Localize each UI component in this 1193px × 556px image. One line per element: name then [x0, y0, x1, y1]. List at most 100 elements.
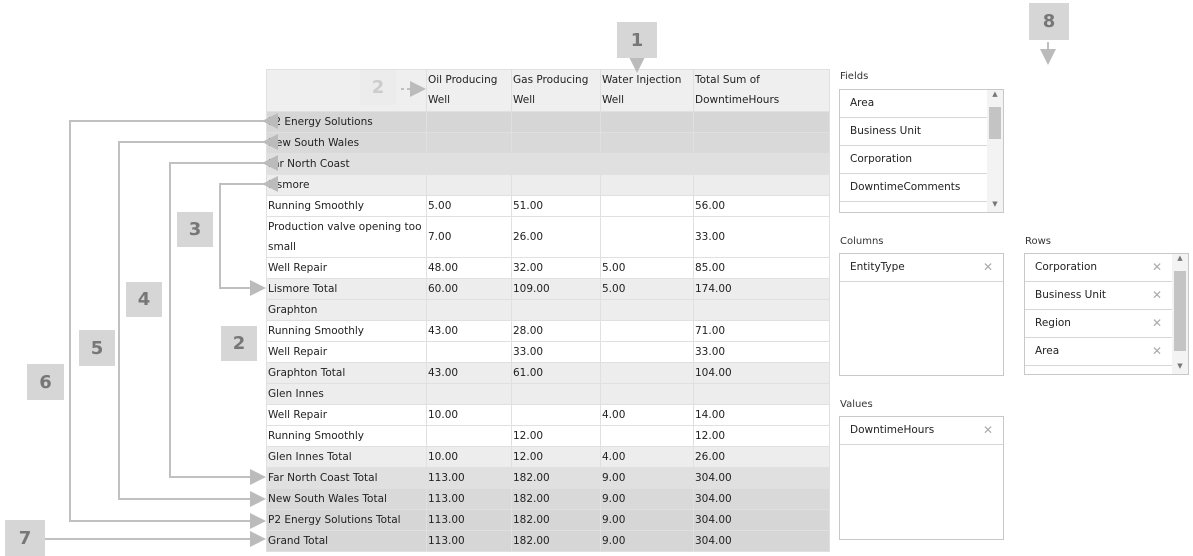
row-header[interactable]: Grand Total	[266, 530, 427, 552]
row-header[interactable]: Production valve opening too small	[266, 216, 427, 258]
row-header[interactable]: P2 Energy Solutions Total	[266, 509, 427, 531]
rows-label: Rows	[1025, 236, 1052, 247]
column-header[interactable]: Total Sum of DowntimeHours	[693, 69, 830, 112]
value-cell: 60.00	[426, 278, 512, 300]
remove-icon[interactable]: ✕	[983, 417, 993, 444]
field-item[interactable]: Corporation	[840, 146, 1003, 174]
table-row: Far North Coast Total 113.00 182.00 9.00 304…	[266, 467, 830, 489]
field-item[interactable]: Area	[840, 90, 1003, 118]
field-item[interactable]: DowntimeReason ✕	[1025, 366, 1172, 374]
field-item[interactable]: Region ✕	[1025, 310, 1172, 338]
value-cell: 9.00	[600, 509, 694, 531]
value-cell	[600, 425, 694, 447]
field-item[interactable]: Business Unit	[840, 118, 1003, 146]
value-cell: 61.00	[511, 362, 601, 384]
value-cell	[693, 299, 830, 321]
callout-2: 2	[221, 326, 257, 361]
field-item-label: Region	[1035, 317, 1071, 329]
table-row: P2 Energy Solutions Total 113.00 182.00 9.0…	[266, 509, 830, 531]
pivot-header-row: Oil Producing Well Gas Producing Well Wa…	[266, 69, 830, 112]
value-cell: 113.00	[426, 530, 512, 552]
value-cell	[600, 195, 694, 217]
column-header[interactable]: Oil Producing Well	[426, 69, 512, 112]
corner-cell	[266, 69, 427, 112]
field-item[interactable]: Area ✕	[1025, 338, 1172, 366]
value-cell: 28.00	[511, 320, 601, 342]
row-header[interactable]: Glen Innes Total	[266, 446, 427, 468]
row-header[interactable]: P2 Energy Solutions	[266, 111, 427, 133]
row-header[interactable]: Well Repair	[266, 257, 427, 279]
value-cell	[600, 153, 694, 175]
value-cell: 182.00	[511, 509, 601, 531]
remove-icon[interactable]: ✕	[1152, 282, 1162, 309]
row-header[interactable]: Graphton Total	[266, 362, 427, 384]
remove-icon[interactable]: ✕	[983, 254, 993, 281]
value-cell	[511, 404, 601, 426]
callout-1: 1	[617, 22, 657, 58]
field-item-label: Business Unit	[850, 125, 922, 137]
field-item[interactable]: EntityType ✕	[840, 254, 1003, 282]
remove-icon[interactable]: ✕	[1152, 254, 1162, 281]
value-cell	[600, 216, 694, 258]
field-item[interactable]: DowntimeComments	[840, 174, 1003, 202]
value-cell: 26.00	[693, 446, 830, 468]
row-header[interactable]: Well Repair	[266, 404, 427, 426]
row-header[interactable]: New South Wales	[266, 132, 427, 154]
columns-list[interactable]: EntityType ✕	[839, 253, 1004, 376]
row-header[interactable]: Graphton	[266, 299, 427, 321]
remove-icon[interactable]: ✕	[1152, 366, 1162, 374]
value-cell: 12.00	[693, 425, 830, 447]
table-row: Well Repair 10.00 4.00 14.00	[266, 404, 830, 426]
value-cell	[511, 132, 601, 154]
value-cell	[693, 383, 830, 405]
values-label: Values	[840, 399, 873, 410]
row-header[interactable]: Far North Coast Total	[266, 467, 427, 489]
row-header[interactable]: New South Wales Total	[266, 488, 427, 510]
table-row: Production valve opening too small 7.00 26…	[266, 216, 830, 258]
rows-list[interactable]: Corporation✕Business Unit✕Region✕Area✕Do…	[1024, 253, 1189, 375]
fields-scrollbar[interactable]: ▲ ▼	[987, 90, 1003, 212]
value-cell: 51.00	[511, 195, 601, 217]
row-header[interactable]: Far North Coast	[266, 153, 427, 175]
remove-icon[interactable]: ✕	[1152, 338, 1162, 365]
column-header[interactable]: Gas Producing Well	[511, 69, 601, 112]
value-cell	[600, 341, 694, 363]
row-header[interactable]: Lismore Total	[266, 278, 427, 300]
value-cell	[693, 132, 830, 154]
value-cell: 10.00	[426, 404, 512, 426]
value-cell: 5.00	[426, 195, 512, 217]
value-cell: 14.00	[693, 404, 830, 426]
row-header[interactable]: Running Smoothly	[266, 320, 427, 342]
field-item[interactable]: Corporation ✕	[1025, 254, 1172, 282]
value-cell: 4.00	[600, 446, 694, 468]
column-header[interactable]: Water Injection Well	[600, 69, 694, 112]
row-header[interactable]: Well Repair	[266, 341, 427, 363]
table-row: Lismore Total 60.00 109.00 5.00 174.00	[266, 278, 830, 300]
field-item[interactable]: Business Unit ✕	[1025, 282, 1172, 310]
row-header[interactable]: Running Smoothly	[266, 195, 427, 217]
remove-icon[interactable]: ✕	[1152, 310, 1162, 337]
row-header[interactable]: Lismore	[266, 174, 427, 196]
value-cell: 33.00	[693, 216, 830, 258]
value-cell: 5.00	[600, 278, 694, 300]
callout-3: 3	[177, 212, 213, 247]
callout-6: 6	[27, 364, 64, 400]
value-cell	[600, 111, 694, 133]
row-header[interactable]: Running Smoothly	[266, 425, 427, 447]
table-row: Running Smoothly 12.00 12.00	[266, 425, 830, 447]
table-row: New South Wales	[266, 132, 830, 154]
value-cell: 9.00	[600, 530, 694, 552]
field-item[interactable]: DowntimeHours ✕	[840, 417, 1003, 445]
value-cell	[693, 174, 830, 196]
field-item-label: DowntimeComments	[850, 181, 961, 193]
value-cell	[426, 299, 512, 321]
rows-scrollbar[interactable]: ▲ ▼	[1172, 254, 1188, 374]
value-cell: 109.00	[511, 278, 601, 300]
fields-list[interactable]: Area Business Unit Corporation DowntimeComm…	[839, 89, 1004, 213]
values-list[interactable]: DowntimeHours ✕	[839, 416, 1004, 540]
table-row: Graphton Total 43.00 61.00 104.00	[266, 362, 830, 384]
value-cell: 113.00	[426, 509, 512, 531]
row-header[interactable]: Glen Innes	[266, 383, 427, 405]
value-cell	[693, 111, 830, 133]
field-item-label: Corporation	[850, 153, 913, 165]
